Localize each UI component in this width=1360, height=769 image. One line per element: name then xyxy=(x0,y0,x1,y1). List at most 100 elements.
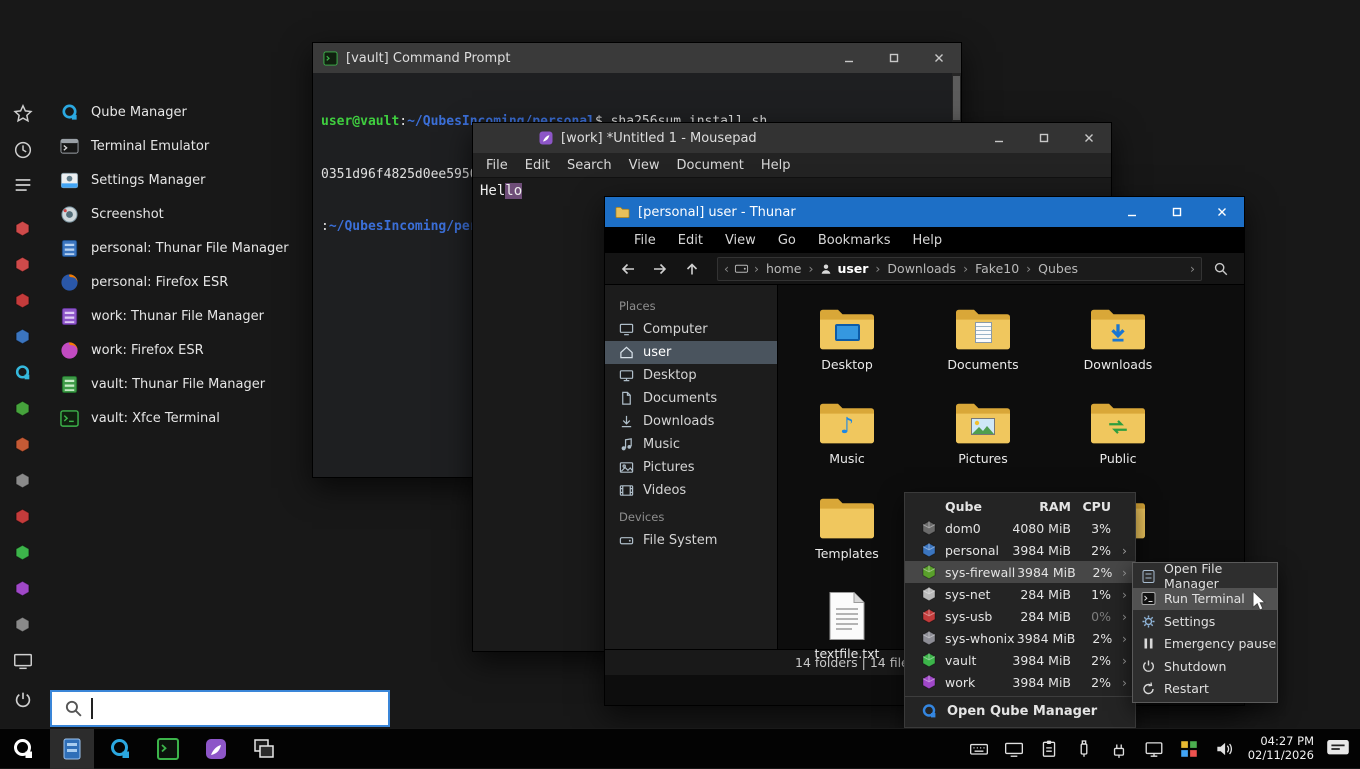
terminal-titlebar[interactable]: [vault] Command Prompt xyxy=(313,43,961,73)
file-item-public[interactable]: Public xyxy=(1063,401,1173,466)
qube-row-personal[interactable]: personal 3984 MiB 2% › xyxy=(905,539,1135,561)
sidebar-item-desktop[interactable]: Desktop xyxy=(605,364,777,387)
qube-dot-icon[interactable] xyxy=(14,508,31,525)
sidebar-item-music[interactable]: Music xyxy=(605,433,777,456)
qube-row-sys-net[interactable]: sys-net 284 MiB 1% › xyxy=(905,583,1135,605)
favorites-star-icon[interactable] xyxy=(12,103,34,125)
minimize-button[interactable] xyxy=(976,123,1021,153)
mousepad-titlebar[interactable]: [work] *Untitled 1 - Mousepad xyxy=(473,123,1111,153)
forward-icon[interactable] xyxy=(647,256,673,282)
sidebar-item-computer[interactable]: Computer xyxy=(605,318,777,341)
breadcrumb-item[interactable]: Downloads xyxy=(885,261,958,276)
menu-view[interactable]: View xyxy=(629,158,660,173)
qube-dot-icon[interactable] xyxy=(14,328,31,345)
qube-row-work[interactable]: work 3984 MiB 2% › xyxy=(905,671,1135,693)
minimize-button[interactable] xyxy=(1109,197,1154,227)
qube-row-sys-firewall[interactable]: sys-firewall 3984 MiB 2% › xyxy=(905,561,1135,583)
taskbar-button-vault-terminal[interactable] xyxy=(146,729,190,769)
file-item-textfile[interactable]: textfile.txt xyxy=(792,591,902,661)
context-restart[interactable]: Restart xyxy=(1133,678,1277,701)
qube-dot-icon[interactable] xyxy=(14,220,31,237)
network-icon[interactable] xyxy=(1109,739,1129,759)
minimize-button[interactable] xyxy=(826,43,871,73)
sidebar-item-documents[interactable]: Documents xyxy=(605,387,777,410)
qube-row-vault[interactable]: vault 3984 MiB 2% › xyxy=(905,649,1135,671)
notification-icon[interactable] xyxy=(1326,737,1350,761)
qube-row-sys-whonix[interactable]: sys-whonix 3984 MiB 2% › xyxy=(905,627,1135,649)
search-icon[interactable] xyxy=(1208,256,1234,282)
search-box[interactable] xyxy=(50,690,390,727)
back-icon[interactable] xyxy=(615,256,641,282)
file-item-downloads[interactable]: Downloads xyxy=(1063,307,1173,372)
breadcrumb-item-current[interactable]: user xyxy=(818,261,870,276)
close-button[interactable] xyxy=(1199,197,1244,227)
menu-edit[interactable]: Edit xyxy=(678,233,703,248)
qube-dot-icon[interactable] xyxy=(14,436,31,453)
qube-dot-icon[interactable] xyxy=(14,616,31,633)
menu-document[interactable]: Document xyxy=(676,158,743,173)
menu-help[interactable]: Help xyxy=(761,158,791,173)
maximize-button[interactable] xyxy=(871,43,916,73)
taskbar-button-qube-manager[interactable] xyxy=(98,729,142,769)
monitor-icon[interactable] xyxy=(1144,739,1164,759)
volume-icon[interactable] xyxy=(1214,739,1234,759)
taskbar-button-windows[interactable] xyxy=(242,729,286,769)
keyboard-icon[interactable] xyxy=(969,739,989,759)
sidebar-item-videos[interactable]: Videos xyxy=(605,479,777,502)
qube-dot-icon[interactable] xyxy=(14,256,31,273)
search-input[interactable] xyxy=(101,701,388,717)
qube-dot-icon[interactable] xyxy=(14,580,31,597)
open-qube-manager-button[interactable]: Open Qube Manager xyxy=(905,696,1135,725)
sidebar-item-downloads[interactable]: Downloads xyxy=(605,410,777,433)
display-icon[interactable] xyxy=(12,650,34,672)
recent-clock-icon[interactable] xyxy=(12,139,34,161)
qube-row-dom0[interactable]: dom0 4080 MiB 3% xyxy=(905,517,1135,539)
start-menu-button[interactable] xyxy=(0,729,46,769)
breadcrumb-item[interactable]: home xyxy=(764,261,803,276)
taskbar-button-thunar[interactable] xyxy=(50,729,94,769)
file-item-templates[interactable]: Templates xyxy=(792,496,902,561)
qube-dot-icon[interactable] xyxy=(14,400,31,417)
qube-row-sys-usb[interactable]: sys-usb 284 MiB 0% › xyxy=(905,605,1135,627)
thunar-titlebar[interactable]: [personal] user - Thunar xyxy=(605,197,1244,227)
qube-dot-icon[interactable] xyxy=(14,472,31,489)
menu-help[interactable]: Help xyxy=(912,233,942,248)
context-open-file-manager[interactable]: Open File Manager xyxy=(1133,565,1277,588)
file-item-documents[interactable]: Documents xyxy=(928,307,1038,372)
sidebar-item-pictures[interactable]: Pictures xyxy=(605,456,777,479)
menu-file[interactable]: File xyxy=(486,158,508,173)
file-item-pictures[interactable]: Pictures xyxy=(928,401,1038,466)
all-applications-icon[interactable] xyxy=(12,174,34,196)
power-icon[interactable] xyxy=(12,689,34,711)
context-shutdown[interactable]: Shutdown xyxy=(1133,655,1277,678)
close-button[interactable] xyxy=(916,43,961,73)
file-item-desktop[interactable]: Desktop xyxy=(792,307,902,372)
menu-edit[interactable]: Edit xyxy=(525,158,550,173)
chevron-right-icon[interactable]: › xyxy=(1190,261,1195,276)
chevron-left-icon[interactable]: ‹ xyxy=(724,261,729,276)
menu-file[interactable]: File xyxy=(634,233,656,248)
scrollbar-thumb[interactable] xyxy=(953,76,960,120)
qubes-logo-icon[interactable] xyxy=(14,364,31,381)
drive-icon[interactable] xyxy=(734,261,749,276)
menu-bookmarks[interactable]: Bookmarks xyxy=(818,233,891,248)
qube-dot-icon[interactable] xyxy=(14,544,31,561)
maximize-button[interactable] xyxy=(1021,123,1066,153)
sidebar-item-user[interactable]: user xyxy=(605,341,777,364)
devices-grid-icon[interactable] xyxy=(1179,739,1199,759)
maximize-button[interactable] xyxy=(1154,197,1199,227)
close-button[interactable] xyxy=(1066,123,1111,153)
up-icon[interactable] xyxy=(679,256,705,282)
usb-device-icon[interactable] xyxy=(1074,739,1094,759)
menu-go[interactable]: Go xyxy=(778,233,796,248)
menu-view[interactable]: View xyxy=(725,233,756,248)
clipboard-icon[interactable] xyxy=(1039,739,1059,759)
menu-search[interactable]: Search xyxy=(567,158,612,173)
breadcrumb-item[interactable]: Fake10 xyxy=(973,261,1021,276)
breadcrumb-item[interactable]: Qubes xyxy=(1036,261,1080,276)
cast-display-icon[interactable] xyxy=(1004,739,1024,759)
sidebar-item-file-system[interactable]: File System xyxy=(605,529,777,552)
file-item-music[interactable]: ♪ Music xyxy=(792,401,902,466)
breadcrumb-bar[interactable]: ‹ › home › user › Downloads › Fake10 › Q… xyxy=(717,257,1202,281)
clock[interactable]: 04:27 PM 02/11/2026 xyxy=(1248,735,1314,762)
